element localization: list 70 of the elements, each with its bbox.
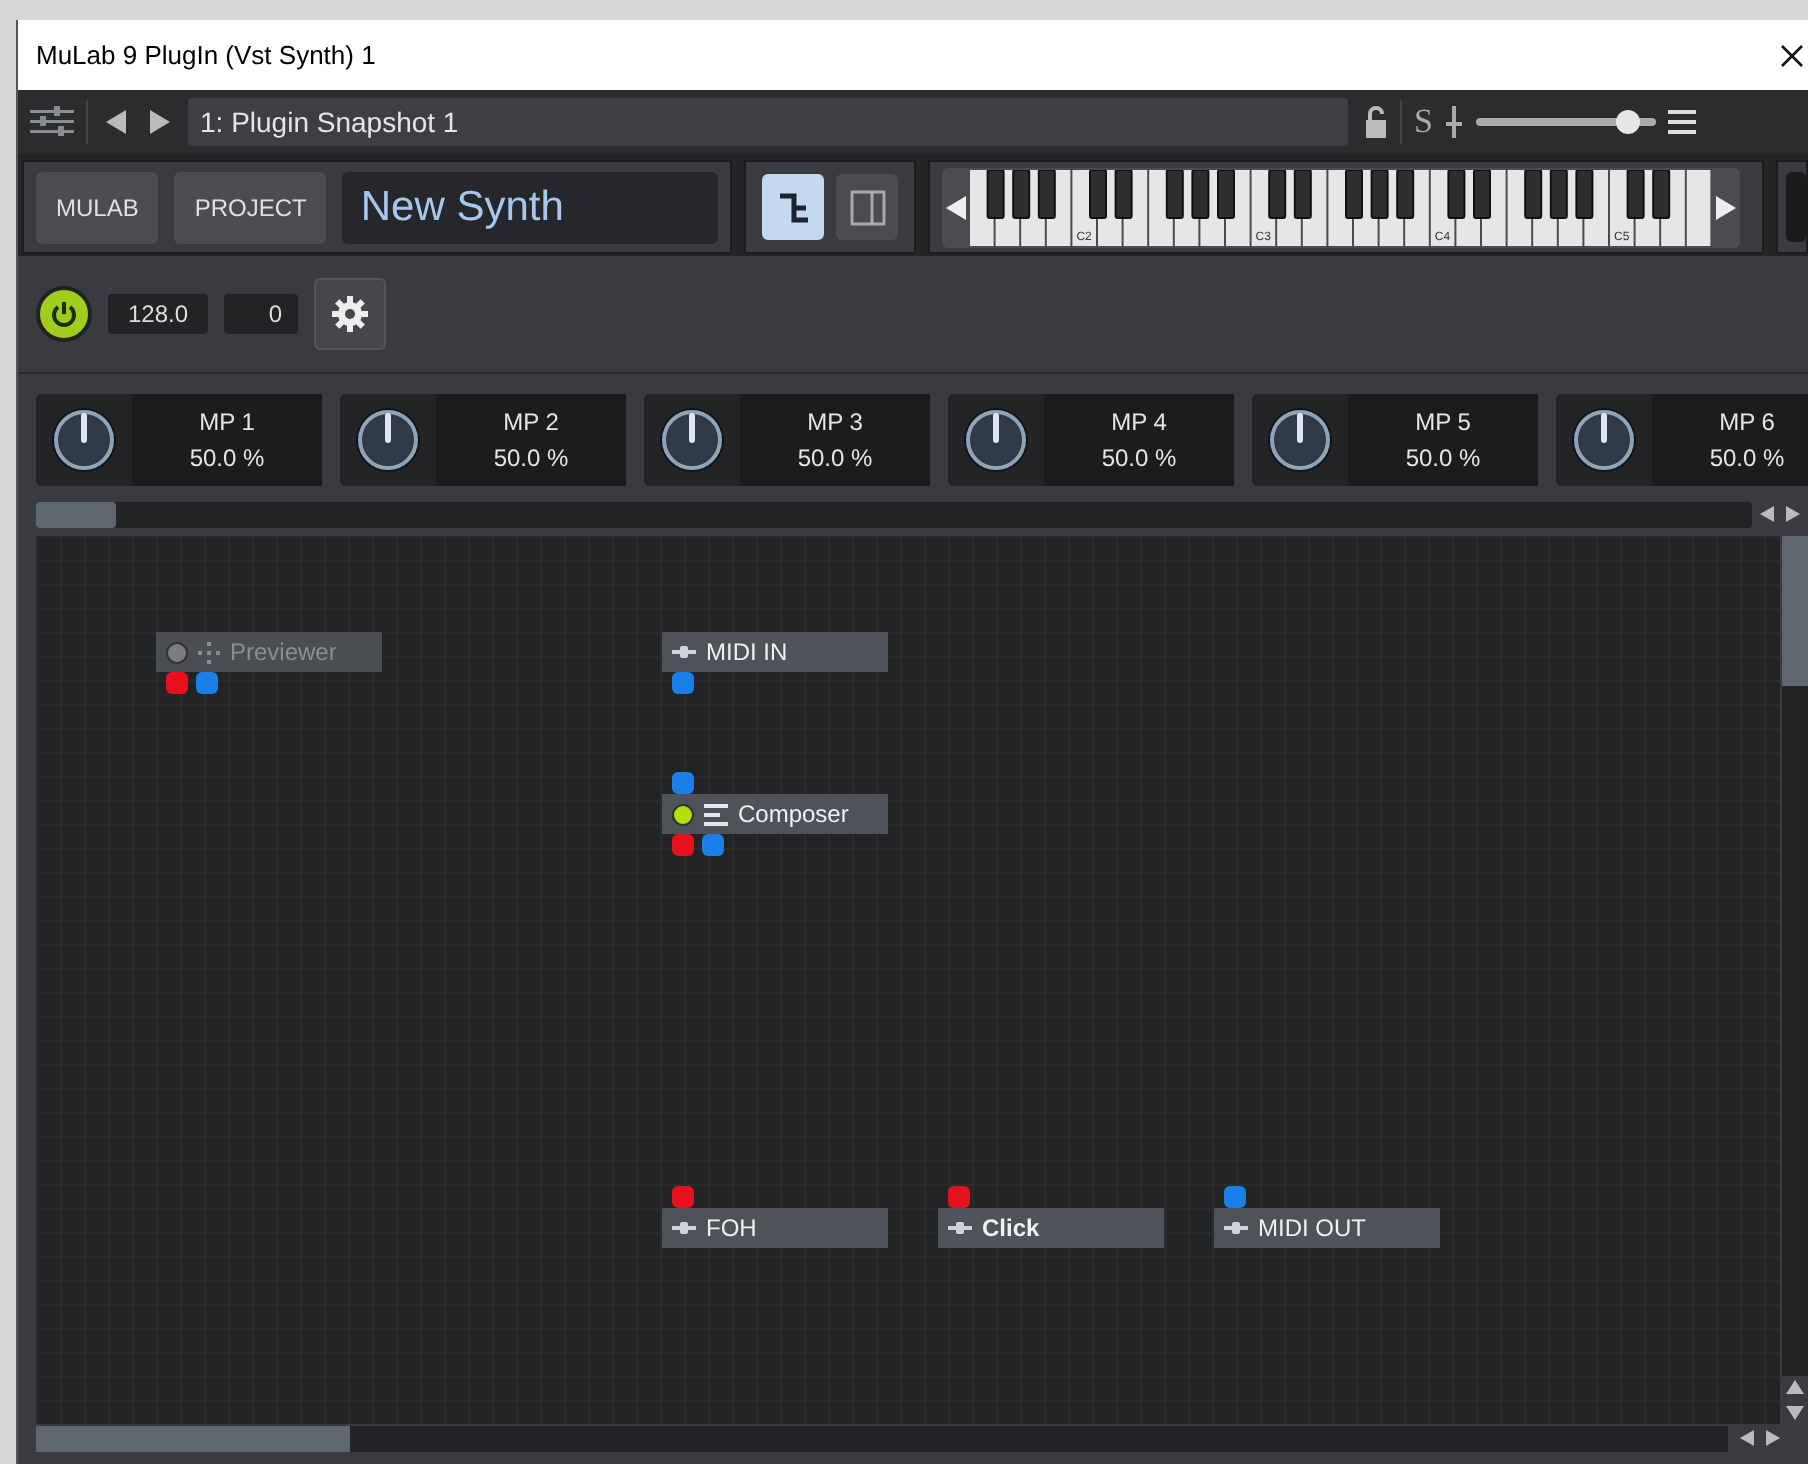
panel-icon bbox=[847, 187, 887, 227]
close-icon[interactable] bbox=[1780, 43, 1804, 67]
port[interactable] bbox=[672, 1186, 694, 1208]
knob[interactable] bbox=[960, 404, 1032, 476]
header-button[interactable]: MULAB bbox=[36, 171, 159, 243]
horizontal-scrollbar[interactable] bbox=[36, 501, 1752, 527]
node[interactable]: FOH bbox=[662, 1208, 888, 1248]
macro-name: MP 3 bbox=[807, 410, 863, 434]
header-button[interactable]: PROJECT bbox=[174, 171, 327, 243]
right-arrow-icon[interactable] bbox=[1716, 195, 1737, 219]
port[interactable] bbox=[672, 834, 694, 856]
node-label: MIDI OUT bbox=[1258, 1216, 1366, 1240]
scroll-arrows-icon[interactable] bbox=[1760, 506, 1800, 522]
volume-slider[interactable] bbox=[1476, 106, 1657, 138]
scroll-arrows-icon[interactable] bbox=[1782, 1376, 1808, 1424]
macro-value: 50.0 % bbox=[493, 446, 569, 470]
window-title: MuLab 9 PlugIn (Vst Synth) 1 bbox=[36, 37, 376, 74]
right-arrow-icon bbox=[150, 110, 170, 134]
settings-icon bbox=[330, 294, 370, 334]
macro-name: MP 4 bbox=[1111, 410, 1167, 434]
macro-name: MP 6 bbox=[1719, 410, 1775, 434]
status-led[interactable] bbox=[672, 803, 694, 825]
pin-icon[interactable] bbox=[1444, 106, 1465, 138]
node-label: Click bbox=[982, 1216, 1040, 1240]
macro-value: 50.0 % bbox=[797, 446, 873, 470]
preset-field[interactable]: 1: Plugin Snapshot 1 bbox=[188, 98, 1348, 146]
power-button[interactable] bbox=[36, 286, 92, 342]
port[interactable] bbox=[672, 672, 694, 694]
power-icon bbox=[50, 300, 78, 328]
macro-value: 50.0 % bbox=[1405, 446, 1481, 470]
macro-value: 50.0 % bbox=[1101, 446, 1177, 470]
transpose-field[interactable]: 0 bbox=[224, 294, 298, 334]
port[interactable] bbox=[672, 772, 694, 794]
horizontal-scrollbar[interactable] bbox=[36, 1425, 1728, 1451]
view-button[interactable] bbox=[762, 174, 824, 240]
solo-label[interactable]: S bbox=[1414, 96, 1433, 148]
port[interactable] bbox=[1224, 1186, 1246, 1208]
knob[interactable] bbox=[48, 404, 120, 476]
scroll-arrows-icon[interactable] bbox=[1740, 1430, 1780, 1446]
tempo-field[interactable]: 128.0 bbox=[108, 294, 208, 334]
knob[interactable] bbox=[1264, 404, 1336, 476]
left-arrow-icon[interactable] bbox=[946, 195, 966, 219]
port[interactable] bbox=[702, 834, 724, 856]
node-label: Composer bbox=[738, 802, 849, 826]
slider-thumb[interactable] bbox=[1616, 110, 1641, 134]
knob[interactable] bbox=[656, 404, 728, 476]
node[interactable]: MIDI IN bbox=[662, 632, 888, 672]
synth-name-field[interactable]: New Synth bbox=[342, 171, 718, 243]
lock-icon[interactable] bbox=[1364, 106, 1388, 138]
node-label: Previewer bbox=[230, 640, 337, 664]
macro-name: MP 2 bbox=[503, 410, 559, 434]
settings-button[interactable] bbox=[314, 278, 386, 350]
sliders-icon[interactable] bbox=[30, 106, 74, 138]
left-arrow-icon bbox=[106, 110, 126, 134]
menu-icon[interactable] bbox=[1668, 110, 1697, 134]
move-icon bbox=[198, 641, 220, 663]
vertical-scrollbar[interactable] bbox=[1782, 536, 1808, 1376]
node[interactable]: Composer bbox=[662, 794, 888, 834]
node-label: FOH bbox=[706, 1216, 757, 1240]
list-icon bbox=[704, 803, 728, 825]
macro-value: 50.0 % bbox=[1709, 446, 1785, 470]
node[interactable]: MIDI OUT bbox=[1214, 1208, 1440, 1248]
node-label: MIDI IN bbox=[706, 640, 788, 664]
knob[interactable] bbox=[1568, 404, 1640, 476]
node[interactable]: Click bbox=[938, 1208, 1164, 1248]
macro-name: MP 1 bbox=[199, 410, 255, 434]
knob[interactable] bbox=[352, 404, 424, 476]
port[interactable] bbox=[948, 1186, 970, 1208]
macro-name: MP 5 bbox=[1415, 410, 1471, 434]
macro-value: 50.0 % bbox=[189, 446, 265, 470]
